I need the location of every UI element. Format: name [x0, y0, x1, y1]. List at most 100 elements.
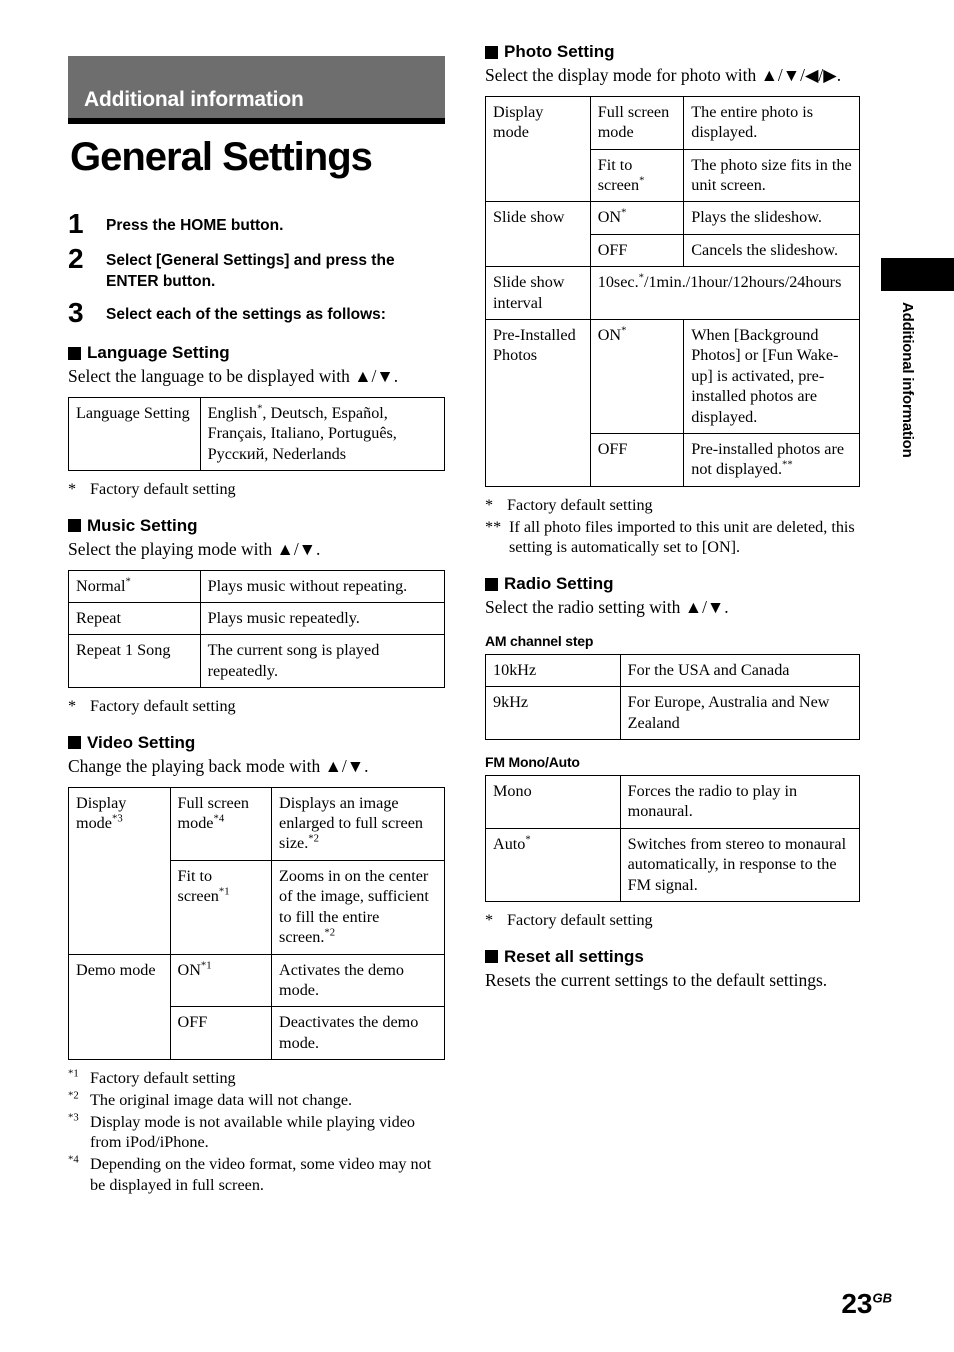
- cell-option: Fit to screen*: [589, 148, 685, 203]
- footnote-marker: *1: [68, 1068, 90, 1089]
- cell-group-label: Display mode*3: [68, 786, 171, 861]
- cell-group-label: Slide show interval: [485, 266, 591, 320]
- cell-description: Cancels the slideshow.: [683, 233, 860, 268]
- step-number: 3: [68, 297, 84, 329]
- cell-option: Mono: [485, 775, 621, 829]
- cell-option: OFF: [589, 433, 685, 487]
- cell-mode: Repeat 1 Song: [68, 634, 201, 689]
- section-heading-label: Radio Setting: [504, 574, 614, 594]
- footnotes-music-setting: * Factory default setting: [68, 696, 445, 717]
- footnote-marker-text: *4: [68, 1153, 79, 1166]
- footnote-marker: *2: [68, 1090, 90, 1111]
- footnote-text: Display mode is not available while play…: [90, 1112, 416, 1152]
- cell-option: OFF: [589, 233, 685, 268]
- section-heading-radio-setting: Radio Setting: [485, 574, 860, 594]
- cell-description-text: Pre-installed photos are not displayed.: [691, 440, 845, 479]
- footnote-item: * Factory default setting: [485, 910, 860, 931]
- cell-group-label-continued: [485, 149, 591, 203]
- footnote-marker: *4: [213, 812, 225, 825]
- footnote-marker: *: [68, 480, 77, 499]
- section-heading-label: Photo Setting: [504, 42, 615, 61]
- table-row: 9kHz For Europe, Australia and New Zeala…: [485, 686, 861, 741]
- cell-option-label: ON: [597, 208, 622, 227]
- subheading-am-channel-step: AM channel step: [485, 632, 594, 649]
- footnote-text: Depending on the video format, some vide…: [90, 1155, 432, 1194]
- footnote-marker: *: [621, 324, 627, 337]
- cell-setting-name: Language Setting: [68, 396, 201, 472]
- cell-description-text: Displays an image enlarged to full scree…: [279, 793, 424, 853]
- table-video-setting: Display mode*3 Full screen mode*4 Displa…: [68, 786, 445, 1061]
- footnote-marker-text: *2: [68, 1089, 79, 1102]
- manual-page: Additional information General Settings …: [0, 0, 954, 1352]
- table-row: Pre-Installed Photos ON* When [Backgroun…: [485, 318, 860, 435]
- cell-option-label: Auto: [493, 834, 526, 853]
- right-column: Photo Setting Select the display mode fo…: [485, 42, 861, 1001]
- footnote-marker: *2: [324, 926, 336, 939]
- cell-group-label-continued: [485, 433, 591, 487]
- footnote-marker: *1: [218, 885, 230, 898]
- table-language-setting: Language Setting English*, Deutsch, Espa…: [68, 396, 446, 472]
- footnote-marker: *3: [111, 812, 123, 825]
- table-fm-mono-auto: Mono Forces the radio to play in monaura…: [485, 775, 861, 903]
- step-text: Select each of the settings as follows:: [106, 306, 386, 324]
- cell-description-text: Zooms in on the center of the image, suf…: [279, 866, 429, 947]
- cell-description: Displays an image enlarged to full scree…: [271, 786, 445, 861]
- footnote-text: If all photo files imported to this unit…: [509, 517, 855, 557]
- section-heading-reset-all-settings: Reset all settings: [485, 947, 860, 967]
- table-row: OFF Deactivates the demo mode.: [68, 1006, 445, 1061]
- section-heading-label: Language Setting: [87, 343, 230, 363]
- step-number: 1: [68, 208, 84, 240]
- footnote-text: The original image data will not change.: [90, 1090, 353, 1109]
- footnote-text: Factory default setting: [507, 495, 653, 514]
- square-bullet-icon: [68, 519, 81, 533]
- cell-description: Switches from stereo to monaural automat…: [619, 827, 861, 903]
- footnote-item: * Factory default setting: [485, 495, 860, 516]
- side-tab-label: Additional information: [899, 302, 916, 458]
- cell-option: ON*1: [169, 953, 273, 1008]
- footnote-marker: *4: [68, 1154, 90, 1195]
- cell-group-label: Slide show: [485, 201, 591, 235]
- cell-option: 10kHz: [485, 653, 621, 688]
- footnote-item: *2 The original image data will not chan…: [68, 1090, 445, 1111]
- table-row: Slide show ON* Plays the slideshow.: [485, 201, 860, 235]
- square-bullet-icon: [68, 736, 81, 750]
- footnote-text: Factory default setting: [507, 911, 653, 930]
- footnote-marker: *: [485, 495, 494, 514]
- step-text: Select [General Settings] and press the …: [106, 252, 395, 290]
- cell-option-label: ON: [177, 960, 201, 979]
- table-row: Display mode*3 Full screen mode*4 Displa…: [68, 786, 445, 861]
- step-text: Press the HOME button.: [106, 217, 284, 235]
- table-row: OFF Pre-installed photos are not display…: [485, 433, 860, 487]
- table-am-channel-step: 10kHz For the USA and Canada 9kHz For Eu…: [485, 653, 861, 741]
- section-intro-video-setting: Change the playing back mode with ▲/▼.: [68, 755, 369, 776]
- footnote-marker: *: [525, 833, 531, 846]
- cell-option: ON*: [589, 318, 685, 435]
- footnote-text: Factory default setting: [90, 697, 236, 716]
- square-bullet-icon: [485, 577, 498, 591]
- footnotes-photo-setting: * Factory default setting ** If all phot…: [485, 495, 860, 558]
- language-values-rest1: , Deutsch, Español,: [262, 403, 388, 422]
- footnote-item: * Factory default setting: [68, 696, 445, 717]
- cell-group-label: Demo mode: [68, 953, 171, 1007]
- table-row: Slide show interval 10sec.*/1min./1hour/…: [485, 266, 861, 320]
- cell-option: ON*: [589, 201, 685, 235]
- section-heading-language-setting: Language Setting: [68, 343, 445, 363]
- footnote-item: *3 Display mode is not available while p…: [68, 1112, 445, 1153]
- section-intro-music-setting: Select the playing mode with ▲/▼.: [68, 538, 321, 559]
- footnote-item: ** If all photo files imported to this u…: [485, 517, 860, 558]
- cell-interval-value-rest: /1min./1hour/12hours/24hours: [643, 273, 842, 292]
- footnotes-radio-setting: * Factory default setting: [485, 910, 860, 931]
- table-row: Demo mode ON*1 Activates the demo mode.: [68, 953, 445, 1008]
- footnote-marker: *: [485, 911, 494, 930]
- footnote-marker: *1: [200, 959, 212, 972]
- cell-description: Plays music repeatedly.: [199, 601, 446, 636]
- footnote-item: *1 Factory default setting: [68, 1068, 445, 1089]
- cell-option: OFF: [169, 1006, 273, 1061]
- subheading-fm-mono-auto: FM Mono/Auto: [485, 754, 580, 771]
- table-row: Repeat Plays music repeatedly.: [68, 601, 446, 636]
- cell-option: Fit to screen*1: [169, 859, 273, 955]
- chapter-band: Additional information: [68, 56, 445, 118]
- cell-mode-label: Normal: [76, 576, 126, 595]
- cell-option: Auto*: [485, 827, 621, 903]
- section-heading-label: Video Setting: [87, 732, 196, 752]
